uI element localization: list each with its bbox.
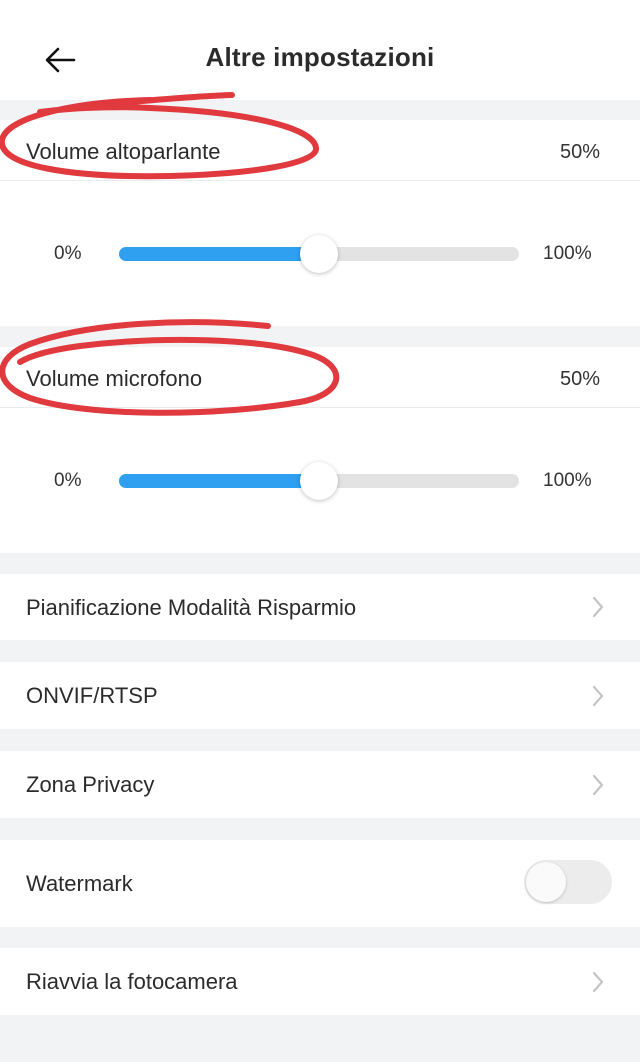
toggle-knob [526, 862, 566, 902]
onvif-rtsp-row[interactable]: ONVIF/RTSP [0, 662, 640, 729]
top-bar: Altre impostazioni [0, 0, 640, 100]
watermark-row: Watermark [0, 840, 640, 927]
power-saving-label: Pianificazione Modalità Risparmio [26, 595, 357, 620]
privacy-zone-row[interactable]: Zona Privacy [0, 751, 640, 818]
restart-camera-label: Riavvia la fotocamera [26, 969, 238, 994]
mic-slider-max-label: 100% [543, 470, 592, 491]
watermark-toggle[interactable] [524, 860, 612, 904]
restart-camera-row[interactable]: Riavvia la fotocamera [0, 948, 640, 1015]
speaker-slider-max-label: 100% [543, 243, 592, 264]
mic-volume-slider[interactable] [119, 462, 519, 500]
divider [0, 180, 640, 181]
mic-slider-fill [119, 474, 319, 488]
speaker-slider-fill [119, 247, 319, 261]
mic-slider-min-label: 0% [54, 470, 82, 491]
mic-volume-section: Volume microfono 50% 0% 100% [0, 347, 640, 553]
mic-volume-label: Volume microfono [26, 366, 203, 391]
chevron-right-icon [592, 774, 604, 796]
privacy-zone-label: Zona Privacy [26, 772, 155, 797]
speaker-slider-min-label: 0% [54, 243, 82, 264]
speaker-slider-thumb[interactable] [300, 235, 338, 273]
speaker-volume-value: 50% [559, 141, 600, 163]
speaker-volume-label: Volume altoparlante [26, 139, 221, 164]
mic-volume-value: 50% [559, 368, 600, 390]
speaker-volume-slider[interactable] [119, 235, 519, 273]
page-title: Altre impostazioni [205, 42, 435, 72]
chevron-right-icon [592, 596, 604, 618]
mic-slider-thumb[interactable] [300, 462, 338, 500]
power-saving-schedule-row[interactable]: Pianificazione Modalità Risparmio [0, 574, 640, 640]
divider [0, 407, 640, 408]
chevron-right-icon [592, 971, 604, 993]
speaker-volume-section: Volume altoparlante 50% 0% 100% [0, 120, 640, 326]
watermark-label: Watermark [26, 871, 133, 896]
onvif-label: ONVIF/RTSP [26, 683, 158, 708]
chevron-right-icon [592, 685, 604, 707]
